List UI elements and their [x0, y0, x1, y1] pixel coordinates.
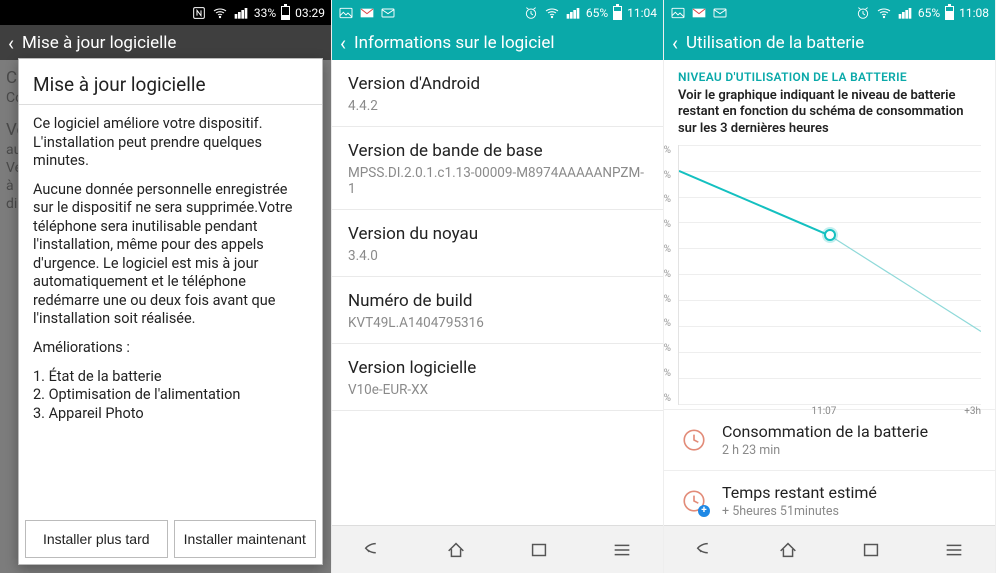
info-label: Numéro de build	[348, 291, 647, 311]
alarm-icon	[855, 5, 871, 21]
row-sub: 2 h 23 min	[722, 443, 928, 458]
info-item-swversion[interactable]: Version logicielle V10e-EUR-XX	[332, 344, 663, 411]
signal-icon	[565, 5, 581, 21]
picture-icon	[670, 5, 686, 21]
signal-icon	[233, 5, 249, 21]
info-value: 4.4.2	[348, 98, 647, 114]
screen-software-info: 65% 11:04 ‹ Informations sur le logiciel…	[332, 0, 664, 573]
back-icon[interactable]: ‹	[340, 33, 346, 53]
info-label: Version de bande de base	[348, 141, 647, 161]
info-label: Version du noyau	[348, 224, 647, 244]
software-info-list: Version d'Android 4.4.2 Version de bande…	[332, 60, 663, 525]
improvement-item: 3. Appareil Photo	[33, 405, 308, 424]
status-bar: 33% 03:29	[0, 0, 331, 25]
install-now-button[interactable]: Installer maintenant	[174, 520, 317, 558]
wifi-icon	[544, 5, 560, 21]
install-later-button[interactable]: Installer plus tard	[25, 520, 168, 558]
battery-icon	[281, 6, 290, 20]
info-item-baseband[interactable]: Version de bande de base MPSS.DI.2.0.1.c…	[332, 127, 663, 210]
battery-chart[interactable]: 100%90%80%70%60%50%40%30%20%10%0% 11:07 …	[664, 145, 995, 409]
status-bar: 65% 11:04	[332, 0, 663, 25]
row-sub: + 5heures 51minutes	[722, 504, 877, 519]
mail-icon	[380, 5, 396, 21]
battery-icon	[945, 6, 954, 20]
info-value: MPSS.DI.2.0.1.c1.13-00009-M8974AAAAANPZM…	[348, 165, 647, 197]
xtick: +3h	[964, 406, 981, 417]
dialog-para2: Aucune donnée personnelle enregistrée su…	[33, 181, 308, 329]
row-title: Temps restant estimé	[722, 483, 877, 502]
clock: 11:04	[627, 6, 657, 20]
improvement-item: 1. État de la batterie	[33, 368, 308, 387]
clock-plus-icon: +	[680, 487, 708, 515]
wifi-icon	[212, 5, 228, 21]
screen-title: Utilisation de la batterie	[686, 33, 864, 53]
wifi-icon	[876, 5, 892, 21]
info-label: Version d'Android	[348, 74, 647, 94]
update-dialog: Mise à jour logicielle Ce logiciel améli…	[18, 58, 323, 565]
dialog-body: Ce logiciel améliore votre dispositif. L…	[19, 105, 322, 514]
screen-update-dialog: 33% 03:29 ‹ Mise à jour logicielle C Co …	[0, 0, 332, 573]
battery-detail-rows: Consommation de la batterie 2 h 23 min +…	[664, 409, 995, 525]
gmail-icon	[691, 5, 707, 21]
clock-icon	[680, 426, 708, 454]
info-item-build[interactable]: Numéro de build KVT49L.A1404795316	[332, 277, 663, 344]
section-header: NIVEAU D'UTILISATION DE LA BATTERIE	[664, 60, 995, 88]
info-item-android-version[interactable]: Version d'Android 4.4.2	[332, 60, 663, 127]
battery-pct: 65%	[918, 6, 940, 20]
mail-icon	[712, 5, 728, 21]
chart-x-labels: 11:07 +3h	[679, 406, 981, 420]
info-item-kernel[interactable]: Version du noyau 3.4.0	[332, 210, 663, 277]
nav-menu[interactable]	[580, 526, 663, 573]
row-estimated-remaining[interactable]: + Temps restant estimé + 5heures 51minut…	[664, 471, 995, 525]
plus-badge-icon: +	[698, 505, 710, 517]
battery-content: NIVEAU D'UTILISATION DE LA BATTERIE Voir…	[664, 60, 995, 525]
dialog-title: Mise à jour logicielle	[19, 59, 322, 105]
nav-recent[interactable]	[830, 526, 913, 573]
titlebar[interactable]: ‹ Utilisation de la batterie	[664, 25, 995, 60]
info-value: 3.4.0	[348, 248, 647, 264]
battery-icon	[613, 6, 622, 20]
info-value: KVT49L.A1404795316	[348, 315, 647, 331]
back-icon[interactable]: ‹	[8, 33, 14, 53]
signal-icon	[897, 5, 913, 21]
info-value: V10e-EUR-XX	[348, 382, 647, 398]
nav-back[interactable]	[664, 526, 747, 573]
android-navbar	[332, 525, 663, 573]
xtick: 11:07	[812, 406, 837, 417]
titlebar[interactable]: ‹ Informations sur le logiciel	[332, 25, 663, 60]
nav-back[interactable]	[332, 526, 415, 573]
clock: 11:08	[959, 6, 989, 20]
screen-title: Mise à jour logicielle	[22, 33, 176, 53]
info-label: Version logicielle	[348, 358, 647, 378]
improvements-heading: Améliorations :	[33, 339, 308, 358]
gmail-icon	[359, 5, 375, 21]
nav-recent[interactable]	[498, 526, 581, 573]
nav-home[interactable]	[747, 526, 830, 573]
dialog-para1: Ce logiciel améliore votre dispositif. L…	[33, 115, 308, 171]
chart-line	[679, 145, 981, 404]
android-navbar	[664, 525, 995, 573]
screen-battery-usage: 65% 11:08 ‹ Utilisation de la batterie N…	[664, 0, 996, 573]
nav-menu[interactable]	[912, 526, 995, 573]
chart-marker	[824, 229, 836, 241]
improvement-item: 2. Optimisation de l'alimentation	[33, 386, 308, 405]
screen-title: Informations sur le logiciel	[354, 33, 554, 53]
alarm-icon	[523, 5, 539, 21]
picture-icon	[338, 5, 354, 21]
status-bar: 65% 11:08	[664, 0, 995, 25]
clock: 03:29	[295, 6, 325, 20]
row-title: Consommation de la batterie	[722, 422, 928, 441]
battery-pct: 33%	[254, 6, 276, 20]
titlebar[interactable]: ‹ Mise à jour logicielle	[0, 25, 331, 60]
back-icon[interactable]: ‹	[672, 33, 678, 53]
section-description: Voir le graphique indiquant le niveau de…	[664, 88, 995, 145]
chart-y-labels: 100%90%80%70%60%50%40%30%20%10%0%	[677, 145, 709, 404]
nav-home[interactable]	[415, 526, 498, 573]
nfc-icon	[191, 5, 207, 21]
battery-pct: 65%	[586, 6, 608, 20]
